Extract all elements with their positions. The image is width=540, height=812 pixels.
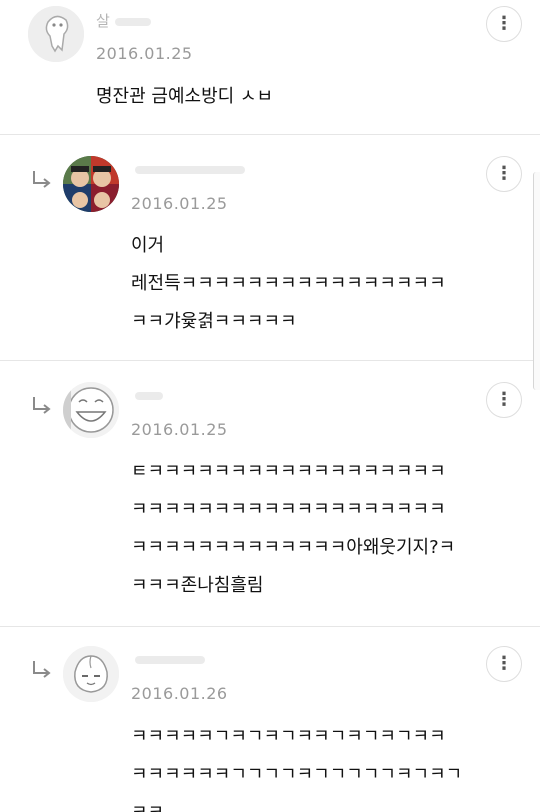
comment-line: ㅋㅋㅋㅋㅋㄱㅋㄱㅋㄱㅋㅋㄱㅋㄱㅋㄱㅋㅋ (131, 726, 446, 747)
more-options-button[interactable]: ⋮ (486, 646, 522, 682)
author-name[interactable] (131, 386, 163, 404)
name-redaction (135, 391, 163, 400)
apeach-character-icon (63, 646, 119, 702)
more-options-button[interactable]: ⋮ (486, 382, 522, 418)
vertical-dots-icon: ⋮ (495, 13, 513, 34)
comment-date: 2016.01.26 (131, 684, 228, 703)
comment-line: ㅌㅋㅋㅋㅋㅋㅋㅋㅋㅋㅋㅋㅋㅋㅋㅋㅋㅋㅋ (131, 461, 446, 482)
name-redaction (114, 17, 151, 26)
vertical-dots-icon: ⋮ (495, 163, 513, 184)
author-name[interactable]: 살 (96, 10, 151, 31)
comment-line: 레전득ㅋㅋㅋㅋㅋㅋㅋㅋㅋㅋㅋㅋㅋㅋㅋㅋ (131, 273, 446, 294)
comment-text: 이거 레전득ㅋㅋㅋㅋㅋㅋㅋㅋㅋㅋㅋㅋㅋㅋㅋㅋ ㅋㅋ갸윷겱ㅋㅋㅋㅋㅋ (131, 227, 446, 341)
comment-line: ㅋㅋㅋㅋㅋㅋㅋㅋㅋㅋㅋㅋㅋ아왜웃기지?ㅋ (131, 537, 456, 558)
more-options-button[interactable]: ⋮ (486, 156, 522, 192)
author-name[interactable] (131, 650, 205, 668)
comment-text: ㅋㅋㅋㅋㅋㄱㅋㄱㅋㄱㅋㅋㄱㅋㄱㅋㄱㅋㅋ ㅋㅋㅋㅋㅋㅋㄱㄱㄱㄱㅋㄱㄱㄱㄱㄱㅋㄱㅋㄱ… (131, 718, 462, 812)
avatar[interactable] (63, 646, 119, 702)
more-options-button[interactable]: ⋮ (486, 6, 522, 42)
reply-item: 2016.01.25 ⋮ ㅌㅋㅋㅋㅋㅋㅋㅋㅋㅋㅋㅋㅋㅋㅋㅋㅋㅋㅋ ㅋㅋㅋㅋㅋㅋㅋ… (0, 360, 540, 627)
comment-date: 2016.01.25 (131, 194, 228, 213)
ghost-character-icon (28, 6, 84, 62)
name-redaction (135, 655, 205, 664)
comment-line: ㅋㅋㅋㅋㅋㅋㄱㄱㄱㄱㅋㄱㄱㄱㄱㄱㅋㄱㅋㄱ (131, 764, 463, 785)
reply-arrow-icon (33, 397, 51, 414)
photo-avatar-icon (63, 156, 119, 212)
comment-line: ㅋㅋ (131, 794, 462, 812)
comment-line: 이거 (131, 235, 165, 256)
avatar[interactable] (63, 156, 119, 212)
reply-arrow-icon (33, 661, 51, 678)
avatar[interactable] (63, 382, 119, 438)
author-name[interactable] (131, 160, 245, 178)
vertical-dots-icon: ⋮ (495, 653, 513, 674)
vertical-dots-icon: ⋮ (495, 389, 513, 410)
reply-arrow-icon (33, 171, 51, 188)
reply-item: 2016.01.25 ⋮ 이거 레전득ㅋㅋㅋㅋㅋㅋㅋㅋㅋㅋㅋㅋㅋㅋㅋㅋ ㅋㅋ갸윷… (0, 134, 540, 361)
name-redaction (135, 165, 245, 174)
comment-date: 2016.01.25 (131, 420, 228, 439)
avatar[interactable] (28, 6, 84, 62)
laughing-character-icon (63, 382, 119, 438)
comment-line: ㅋㅋㅋㅋㅋㅋㅋㅋㅋㅋㅋㅋㅋㅋㅋㅋㅋㅋㅋ (131, 499, 446, 520)
comment-thread: 살 2016.01.25 ⋮ 명잔관 금예소방디 ㅅㅂ 2016.01.25 ⋮… (0, 0, 540, 812)
comment-text: ㅌㅋㅋㅋㅋㅋㅋㅋㅋㅋㅋㅋㅋㅋㅋㅋㅋㅋㅋ ㅋㅋㅋㅋㅋㅋㅋㅋㅋㅋㅋㅋㅋㅋㅋㅋㅋㅋㅋ … (131, 453, 455, 605)
comment-text: 명잔관 금예소방디 ㅅㅂ (96, 78, 273, 116)
comment-item: 살 2016.01.25 ⋮ 명잔관 금예소방디 ㅅㅂ (0, 0, 540, 135)
comment-line: 명잔관 금예소방디 ㅅㅂ (96, 86, 274, 107)
comment-date: 2016.01.25 (96, 44, 193, 63)
comment-line: ㅋㅋ갸윷겱ㅋㅋㅋㅋㅋ (131, 311, 297, 332)
reply-item: 2016.01.26 ⋮ ㅋㅋㅋㅋㅋㄱㅋㄱㅋㄱㅋㅋㄱㅋㄱㅋㄱㅋㅋ ㅋㅋㅋㅋㅋㅋㄱ… (0, 626, 540, 812)
comment-line: ㅋㅋㅋ존나침흘림 (131, 575, 264, 596)
scrollbar[interactable] (533, 172, 540, 390)
